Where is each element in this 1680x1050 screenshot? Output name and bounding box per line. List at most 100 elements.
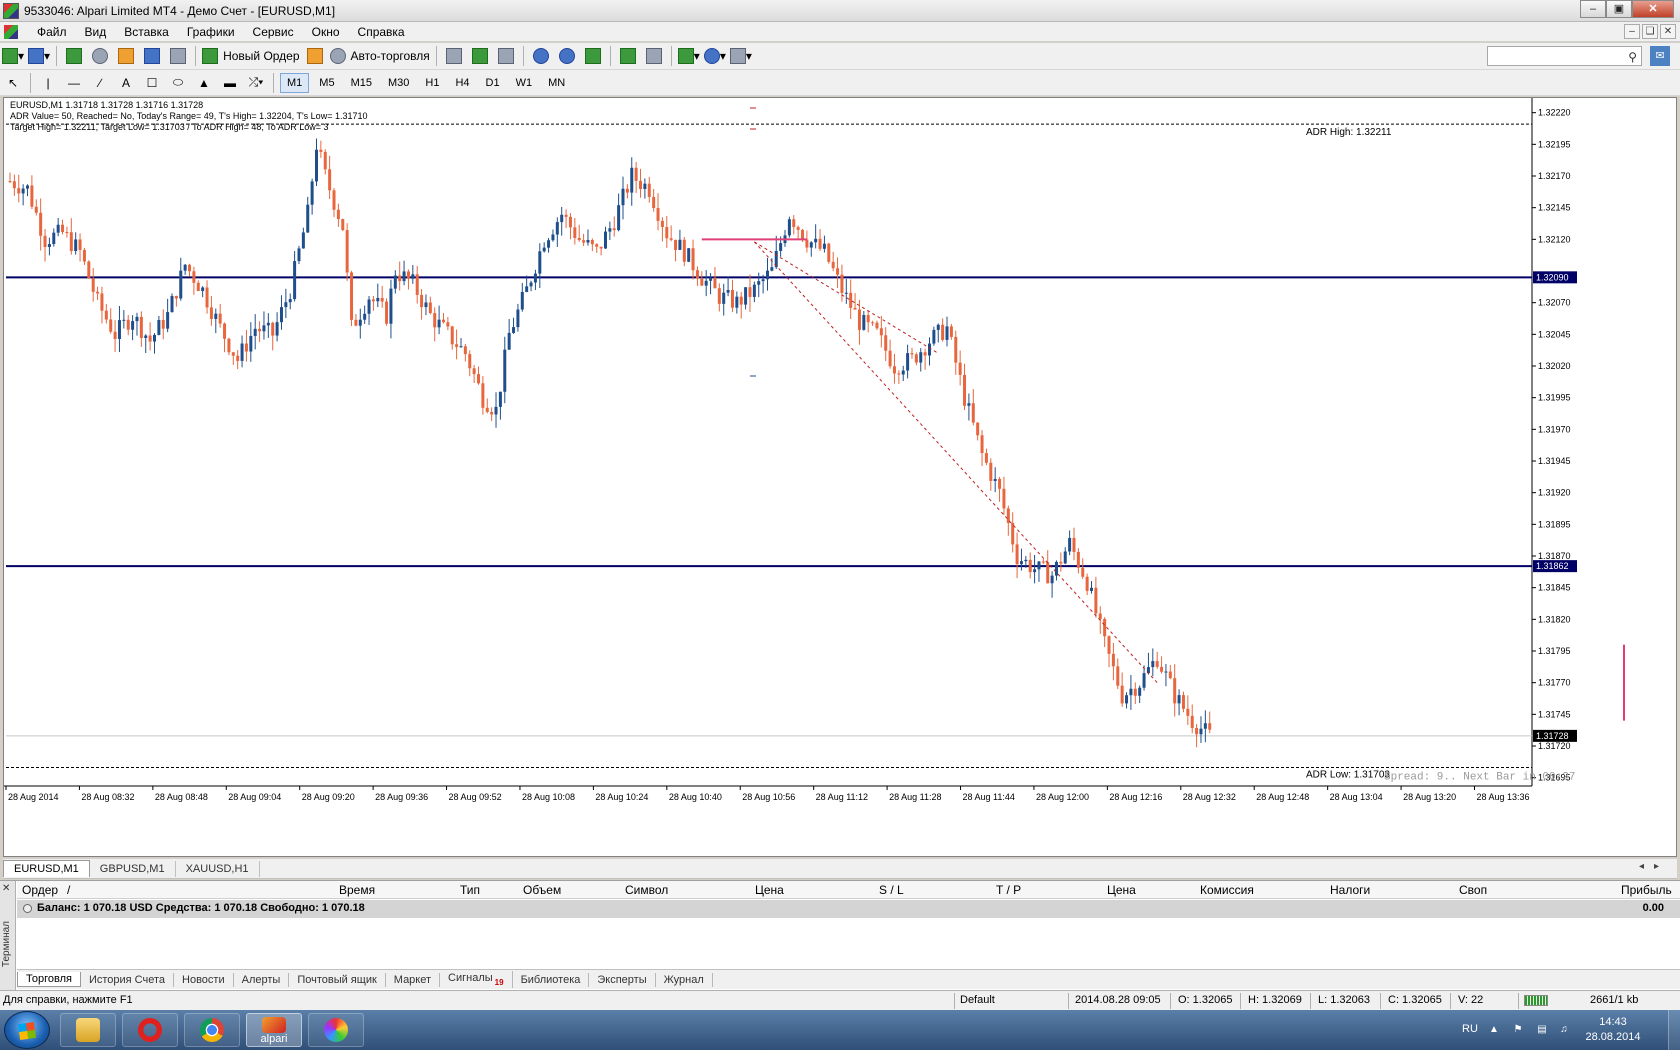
auto-trading-button[interactable]: Авто-торговля xyxy=(329,45,430,67)
minimize-button[interactable]: – xyxy=(1580,0,1606,18)
connection-status-icon[interactable] xyxy=(1524,995,1548,1006)
timeframe-m5[interactable]: M5 xyxy=(313,73,340,93)
menu-file[interactable]: Файл xyxy=(28,25,76,39)
menu-insert[interactable]: Вставка xyxy=(115,25,178,39)
vertical-line-button[interactable]: | xyxy=(37,72,59,94)
menu-window[interactable]: Окно xyxy=(303,25,349,39)
trendline-button[interactable]: ∕ xyxy=(89,72,111,94)
timeframe-m30[interactable]: M30 xyxy=(382,73,415,93)
tab-alerts[interactable]: Алерты xyxy=(234,972,290,987)
tray-action-center-icon[interactable]: ⚑ xyxy=(1512,1024,1524,1036)
search-icon[interactable]: ⚲ xyxy=(1628,50,1637,64)
tab-account-history[interactable]: История Счета xyxy=(81,972,175,987)
horizontal-line-button[interactable]: — xyxy=(63,72,85,94)
tray-clock[interactable]: 14:43 28.08.2014 xyxy=(1578,1015,1648,1045)
chart-restore-button[interactable]: ❏ xyxy=(1642,24,1658,39)
search-input[interactable]: ⚲ xyxy=(1487,46,1642,66)
show-desktop-button[interactable] xyxy=(1668,1010,1680,1050)
tray-network-icon[interactable]: ▤ xyxy=(1536,1024,1548,1036)
chart-tab-gbpusd[interactable]: GBPUSD,M1 xyxy=(90,860,176,877)
terminal-button[interactable] xyxy=(141,45,163,67)
periods-button[interactable]: ▾ xyxy=(703,45,726,67)
new-order-button[interactable]: Новый Ордер xyxy=(202,45,300,67)
column-price[interactable]: Цена xyxy=(755,883,784,897)
timeframe-m15[interactable]: M15 xyxy=(345,73,378,93)
taskbar-explorer[interactable] xyxy=(60,1013,116,1047)
tab-signals[interactable]: Сигналы 19 xyxy=(440,971,513,988)
timeframe-w1[interactable]: W1 xyxy=(510,73,539,93)
cursor-button[interactable]: ↖ xyxy=(2,72,24,94)
ellipse-button[interactable]: ⬭ xyxy=(167,72,189,94)
menu-help[interactable]: Справка xyxy=(349,25,414,39)
zoom-out-button[interactable] xyxy=(556,45,578,67)
close-button[interactable]: ✕ xyxy=(1632,0,1674,18)
taskbar-alpari[interactable]: alpari xyxy=(246,1013,302,1047)
column-sl[interactable]: S / L xyxy=(879,883,904,897)
menu-view[interactable]: Вид xyxy=(76,25,116,39)
chart-window[interactable]: 1.32220 1.32195 1.32170 1.32145 1.32120 1.320… xyxy=(3,97,1677,857)
data-window-button[interactable] xyxy=(89,45,111,67)
column-sort-indicator[interactable]: / xyxy=(67,883,70,897)
chart-shift-button[interactable] xyxy=(643,45,665,67)
chart-tab-scroll-arrows[interactable]: ◂▸ xyxy=(1639,861,1669,872)
candlestick-button[interactable] xyxy=(469,45,491,67)
navigator-button[interactable] xyxy=(115,45,137,67)
column-swap[interactable]: Своп xyxy=(1459,883,1487,897)
column-taxes[interactable]: Налоги xyxy=(1330,883,1370,897)
status-profile[interactable]: Default xyxy=(960,994,995,1006)
tab-market[interactable]: Маркет xyxy=(386,972,441,987)
terminal-close-icon[interactable]: ✕ xyxy=(2,883,10,894)
help-chat-icon[interactable]: ✉ xyxy=(1650,46,1670,66)
tray-show-hidden-icon[interactable]: ▲ xyxy=(1488,1024,1500,1036)
chart-close-button[interactable]: ✕ xyxy=(1660,24,1676,39)
column-volume[interactable]: Объем xyxy=(523,883,561,897)
profiles-button[interactable]: ▾ xyxy=(28,45,50,67)
price-chart[interactable]: 1.32220 1.32195 1.32170 1.32145 1.32120 1.320… xyxy=(4,98,1676,856)
templates-button[interactable]: ▾ xyxy=(729,45,752,67)
timeframe-h4[interactable]: H4 xyxy=(449,73,475,93)
maximize-button[interactable]: ▣ xyxy=(1606,0,1632,18)
column-commission[interactable]: Комиссия xyxy=(1200,883,1254,897)
zoom-in-button[interactable] xyxy=(530,45,552,67)
balance-row[interactable]: Баланс: 1 070.18 USD Средства: 1 070.18 … xyxy=(17,900,1680,918)
chart-minimize-button[interactable]: – xyxy=(1624,24,1640,39)
chart-tab-xauusd[interactable]: XAUUSD,H1 xyxy=(176,860,260,877)
tab-library[interactable]: Библиотека xyxy=(513,972,590,987)
tile-windows-button[interactable] xyxy=(582,45,604,67)
menu-charts[interactable]: Графики xyxy=(178,25,244,39)
taskbar-paint[interactable] xyxy=(308,1013,364,1047)
tab-news[interactable]: Новости xyxy=(174,972,234,987)
menu-tools[interactable]: Сервис xyxy=(244,25,303,39)
text-button[interactable]: A xyxy=(115,72,137,94)
tab-trade[interactable]: Торговля xyxy=(17,972,81,987)
column-order[interactable]: Ордер xyxy=(22,883,58,897)
rectangle-button[interactable]: ▬ xyxy=(219,72,241,94)
timeframe-h1[interactable]: H1 xyxy=(419,73,445,93)
chart-tab-eurusd[interactable]: EURUSD,M1 xyxy=(3,860,90,877)
new-chart-button[interactable]: ▾ xyxy=(2,45,24,67)
start-button[interactable] xyxy=(4,1011,50,1049)
column-symbol[interactable]: Символ xyxy=(625,883,668,897)
tab-mailbox[interactable]: Почтовый ящик xyxy=(289,972,386,987)
strategy-tester-button[interactable] xyxy=(167,45,189,67)
column-current-price[interactable]: Цена xyxy=(1107,883,1136,897)
column-type[interactable]: Тип xyxy=(460,883,480,897)
column-tp[interactable]: T / P xyxy=(996,883,1021,897)
auto-scroll-button[interactable] xyxy=(617,45,639,67)
text-label-button[interactable]: ☐ xyxy=(141,72,163,94)
tab-journal[interactable]: Журнал xyxy=(656,972,713,987)
tray-language[interactable]: RU xyxy=(1462,1023,1478,1035)
taskbar-opera[interactable] xyxy=(122,1013,178,1047)
column-profit[interactable]: Прибыль xyxy=(1621,883,1672,897)
metaeditor-button[interactable] xyxy=(304,45,326,67)
tab-experts[interactable]: Эксперты xyxy=(589,972,656,987)
arrows-button[interactable]: ⤮▾ xyxy=(245,72,267,94)
timeframe-d1[interactable]: D1 xyxy=(480,73,506,93)
column-time[interactable]: Время xyxy=(339,883,375,897)
indicators-button[interactable]: ▾ xyxy=(677,45,700,67)
market-watch-button[interactable] xyxy=(63,45,85,67)
triangle-button[interactable]: ▲ xyxy=(193,72,215,94)
tray-volume-icon[interactable]: ♫ xyxy=(1558,1024,1570,1036)
chart-window-icon[interactable] xyxy=(4,24,18,39)
timeframe-mn[interactable]: MN xyxy=(542,73,571,93)
